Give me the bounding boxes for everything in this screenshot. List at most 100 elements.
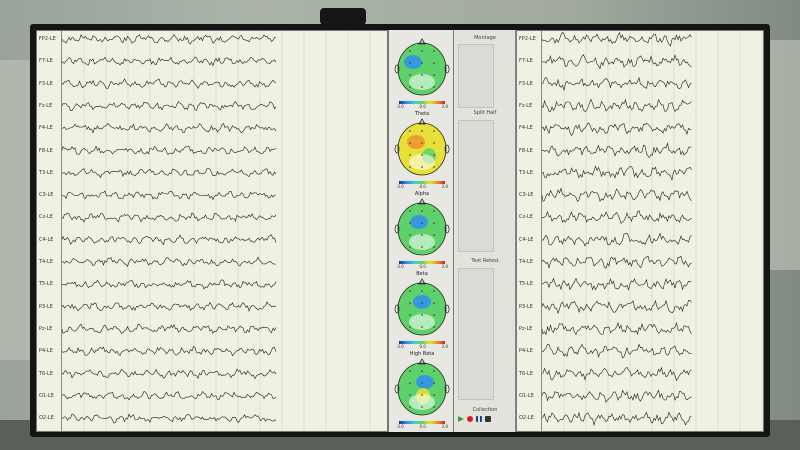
- eeg-traces-left: [62, 31, 371, 431]
- eeg-trace: [62, 34, 276, 45]
- topomap-title: Alpha: [414, 191, 430, 197]
- channel-label: T4-LE: [519, 259, 533, 265]
- eeg-trace: [62, 323, 277, 334]
- channel-label: T3-LE: [39, 169, 53, 176]
- montage-label: Montage: [474, 35, 496, 41]
- scale-tick-label: 0.0: [419, 264, 426, 269]
- color-scale-ticks: -3.0 0.0 3.0: [396, 424, 448, 429]
- eeg-trace: [542, 165, 692, 181]
- channel-label: P3-LE: [519, 303, 533, 310]
- eeg-trace: [542, 255, 692, 269]
- test-retest-box[interactable]: [458, 268, 494, 400]
- channel-label: Fz-LE: [519, 102, 533, 109]
- eeg-trace: [62, 145, 277, 155]
- collection-label: Collection: [472, 407, 498, 413]
- channel-label: Pz-LE: [519, 325, 533, 332]
- eeg-trace: [542, 366, 692, 382]
- eeg-trace: [62, 368, 277, 380]
- channel-label: F3-LE: [39, 80, 53, 87]
- scale-tick-label: 0.0: [419, 344, 426, 349]
- channel-label: F8-LE: [39, 147, 53, 154]
- eeg-trace: [62, 413, 277, 424]
- channel-label: T6-LE: [519, 370, 533, 377]
- color-scale-ticks: -3.0 0.0 3.0: [396, 184, 448, 189]
- channel-label: Cz-LE: [39, 214, 53, 221]
- topomap-head: [394, 38, 450, 96]
- scale-tick-label: 0.0: [419, 424, 426, 429]
- color-scale-ticks: -3.0 0.0 3.0: [396, 344, 448, 349]
- record-icon[interactable]: [467, 416, 473, 422]
- eeg-trace: [62, 256, 277, 268]
- eeg-trace: [542, 54, 692, 70]
- channel-label: FP2-LE: [39, 36, 56, 42]
- scale-tick-label: 3.0: [441, 344, 448, 349]
- channel-label: T5-LE: [519, 281, 533, 288]
- channel-label: P3-LE: [39, 303, 53, 310]
- topomap-head: [394, 118, 450, 176]
- channel-label: P4-LE: [519, 348, 533, 355]
- scale-tick-label: 3.0: [441, 264, 448, 269]
- eeg-trace: [542, 343, 692, 359]
- app-screen: FP2-LE F7-LE F3-LE Fz-LE F4-LE F8-LE T3-LE C3-L…: [36, 30, 764, 432]
- stop-icon[interactable]: [485, 416, 491, 422]
- eeg-trace: [542, 210, 692, 224]
- scale-tick-label: 0.0: [419, 184, 426, 189]
- eeg-trace: [62, 168, 277, 179]
- channel-label: O1-LE: [519, 392, 534, 399]
- eeg-trace: [62, 234, 277, 246]
- channel-label: F7-LE: [39, 58, 53, 65]
- eeg-trace: [62, 345, 277, 357]
- eeg-panel-left[interactable]: FP2-LE F7-LE F3-LE Fz-LE F4-LE F8-LE T3-LE C3-L…: [36, 30, 388, 432]
- webcam: [320, 8, 366, 25]
- eeg-trace: [542, 187, 692, 203]
- eeg-trace: [542, 299, 692, 315]
- eeg-trace: [62, 78, 277, 89]
- channel-label: Pz-LE: [39, 325, 53, 332]
- channel-label: Cz-LE: [519, 214, 533, 221]
- montage-box[interactable]: [458, 44, 494, 108]
- channel-label: Fz-LE: [39, 102, 53, 109]
- eeg-trace: [542, 411, 692, 427]
- eeg-trace: [62, 390, 277, 401]
- split-half-label: Split Half: [473, 110, 497, 116]
- play-icon[interactable]: [458, 416, 464, 422]
- topomap-head: [394, 198, 450, 256]
- eeg-trace: [542, 232, 692, 247]
- channel-label: T3-LE: [519, 169, 533, 176]
- channel-label: P4-LE: [39, 348, 53, 355]
- test-retest-label: Test Retest: [471, 258, 499, 264]
- scale-tick-label: -3.0: [396, 104, 404, 109]
- eeg-trace: [542, 277, 692, 291]
- eeg-traces-right: [542, 31, 763, 431]
- eeg-trace: [542, 76, 692, 92]
- eeg-trace: [542, 122, 692, 137]
- eeg-trace: [542, 389, 692, 404]
- eeg-trace: [62, 190, 277, 201]
- eeg-trace: [62, 123, 277, 134]
- scale-tick-label: 3.0: [441, 104, 448, 109]
- eeg-panel-right[interactable]: FP2-LE F7-LE F3-LE Fz-LE F4-LE F8-LE T3-LE C3-L…: [516, 30, 764, 432]
- channel-labels-right: FP2-LE F7-LE F3-LE Fz-LE F4-LE F8-LE T3-LE C3-L…: [517, 31, 542, 431]
- channel-label: C3-LE: [519, 192, 534, 199]
- split-half-box[interactable]: [458, 120, 494, 252]
- channel-label: O2-LE: [39, 415, 54, 422]
- scale-tick-label: 0.0: [419, 104, 426, 109]
- topomap-title: Theta: [414, 111, 430, 117]
- channel-label: F4-LE: [39, 125, 53, 132]
- scale-tick-label: 3.0: [441, 424, 448, 429]
- channel-label: F7-LE: [519, 58, 533, 65]
- topomap-title: High Beta: [409, 351, 435, 357]
- eeg-trace: [62, 212, 277, 223]
- color-scale-ticks: -3.0 0.0 3.0: [396, 264, 448, 269]
- scale-tick-label: -3.0: [396, 344, 404, 349]
- eeg-trace: [542, 321, 692, 336]
- eeg-trace: [62, 301, 277, 312]
- eeg-trace: [542, 31, 692, 47]
- eeg-trace: [62, 100, 277, 111]
- channel-label: O2-LE: [519, 415, 534, 422]
- topomap-head: [394, 358, 450, 416]
- channel-label: O1-LE: [39, 392, 54, 399]
- channel-label: F8-LE: [519, 147, 533, 154]
- pause-icon[interactable]: [476, 416, 482, 422]
- topomap-panel: -3.0 0.0 3.0 Theta -3.0 0.0 3.0 Alpha -3.0 0.0 3.0…: [388, 30, 454, 432]
